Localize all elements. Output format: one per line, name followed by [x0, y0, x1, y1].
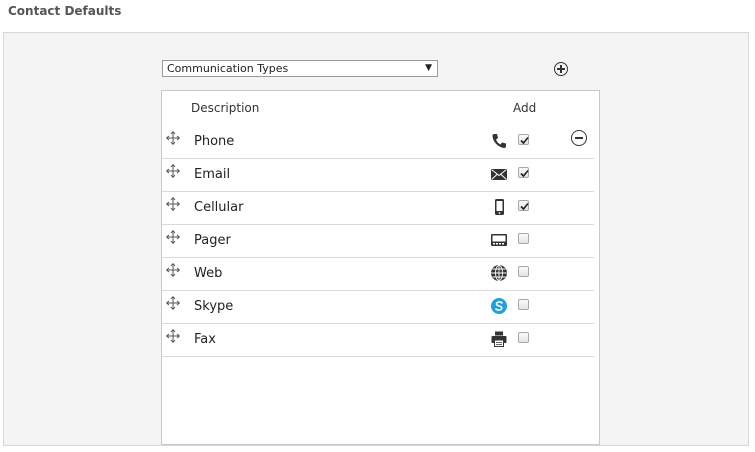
list-item[interactable]: Fax — [162, 323, 594, 357]
add-type-button[interactable] — [554, 62, 568, 76]
drag-handle-icon[interactable] — [166, 230, 180, 244]
add-checkbox[interactable] — [518, 200, 529, 211]
type-label: Email — [194, 167, 231, 182]
page-title: Contact Defaults — [8, 4, 122, 18]
drag-handle-icon[interactable] — [166, 197, 180, 211]
mobile-icon — [495, 199, 504, 215]
list-item[interactable]: Email — [162, 158, 594, 192]
list-item[interactable]: Skype — [162, 290, 594, 324]
pager-icon — [491, 234, 507, 246]
dropdown-arrow-icon: ▼ — [425, 63, 432, 73]
list-item[interactable]: Phone — [162, 125, 594, 159]
list-item[interactable]: Pager — [162, 224, 594, 258]
checkmark-icon — [520, 202, 529, 211]
add-checkbox[interactable] — [518, 332, 529, 343]
list-item[interactable]: Cellular — [162, 191, 594, 225]
remove-type-button[interactable] — [571, 130, 587, 146]
add-checkbox[interactable] — [518, 167, 529, 178]
envelope-icon — [491, 169, 507, 180]
drag-handle-icon[interactable] — [166, 263, 180, 277]
add-checkbox[interactable] — [518, 299, 529, 310]
type-label: Cellular — [194, 200, 244, 215]
description-column-header: Description — [191, 101, 260, 115]
list-item[interactable]: Web — [162, 257, 594, 291]
drag-handle-icon[interactable] — [166, 329, 180, 343]
phone-icon — [492, 134, 506, 148]
select-value: Communication Types — [167, 62, 289, 75]
add-column-header: Add — [513, 101, 537, 115]
checkmark-icon — [520, 136, 529, 145]
checkmark-icon — [520, 169, 529, 178]
communication-types-list: Description Add Phone Email Cellular Pag… — [161, 90, 600, 445]
type-label: Fax — [194, 332, 216, 347]
communication-type-select[interactable]: Communication Types ▼ — [162, 60, 438, 77]
globe-icon — [491, 264, 507, 282]
drag-handle-icon[interactable] — [166, 131, 180, 145]
type-label: Web — [194, 266, 223, 281]
add-checkbox[interactable] — [518, 233, 529, 244]
type-label: Skype — [194, 299, 234, 314]
printer-icon — [491, 331, 507, 347]
add-checkbox[interactable] — [518, 266, 529, 277]
drag-handle-icon[interactable] — [166, 296, 180, 310]
type-label: Pager — [194, 233, 231, 248]
type-label: Phone — [194, 134, 235, 149]
drag-handle-icon[interactable] — [166, 164, 180, 178]
skype-icon — [491, 298, 507, 314]
add-checkbox[interactable] — [518, 134, 529, 145]
